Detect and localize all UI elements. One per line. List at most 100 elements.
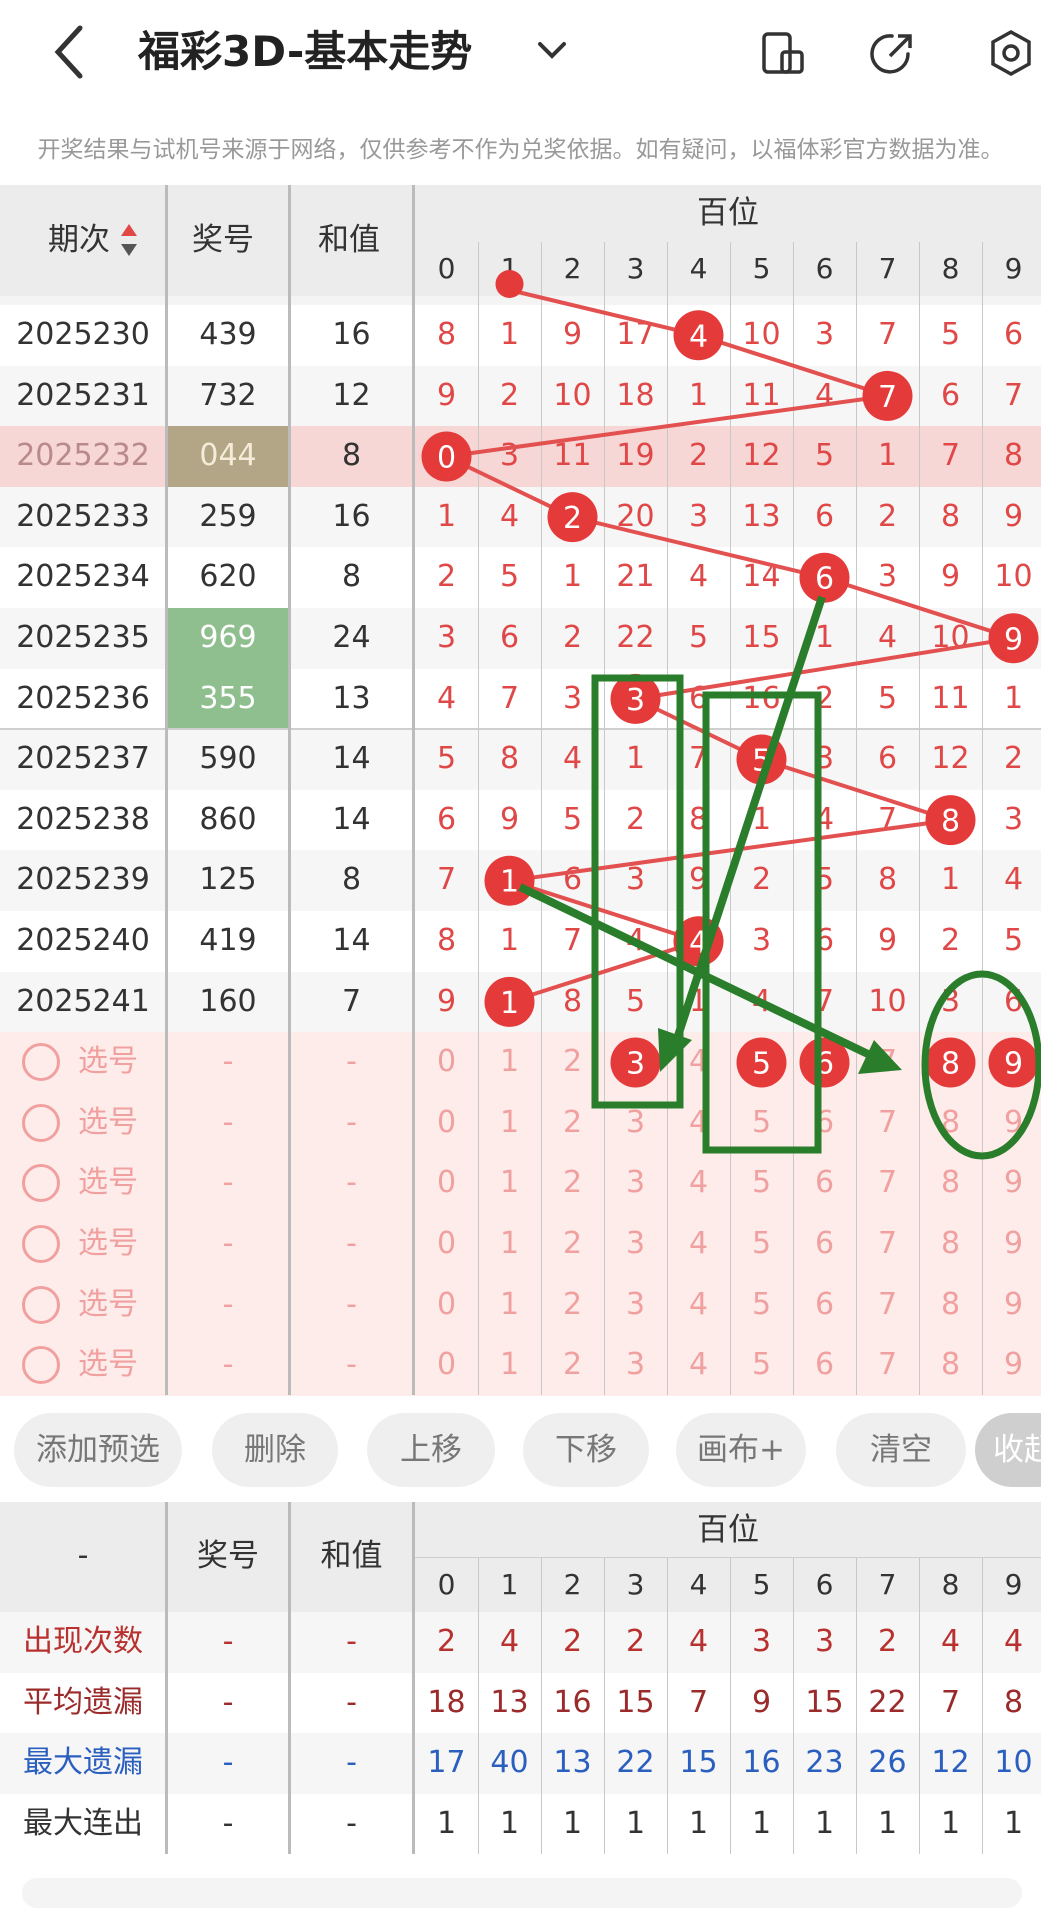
- miss-cell: 1: [877, 438, 898, 474]
- pick-number-dash: -: [222, 1226, 234, 1261]
- row-sum: 16: [332, 498, 371, 534]
- pick-digit[interactable]: 6: [793, 1153, 856, 1213]
- share-icon[interactable]: [868, 28, 918, 78]
- pick-digit[interactable]: 1: [478, 1214, 541, 1274]
- pick-label[interactable]: 选号: [78, 1032, 138, 1092]
- pick-digit[interactable]: 7: [856, 1093, 919, 1153]
- pick-digit[interactable]: 0: [415, 1214, 478, 1274]
- pick-digit[interactable]: 6: [793, 1214, 856, 1274]
- pick-label[interactable]: 选号: [78, 1093, 138, 1153]
- pick-digit[interactable]: 4: [667, 1153, 730, 1213]
- pick-digit[interactable]: 4: [667, 1275, 730, 1335]
- pick-digit[interactable]: 2: [541, 1093, 604, 1153]
- pick-digit[interactable]: 0: [415, 1153, 478, 1213]
- pick-radio[interactable]: [22, 1225, 60, 1263]
- row-number: 355: [168, 668, 288, 730]
- pick-digit[interactable]: 5: [730, 1335, 793, 1395]
- pick-digit[interactable]: 0: [415, 1275, 478, 1335]
- pick-digit[interactable]: 7: [856, 1153, 919, 1213]
- row-period: 2025240: [16, 923, 150, 958]
- back-icon[interactable]: [48, 22, 98, 82]
- phone-icon[interactable]: [758, 28, 808, 78]
- pick-radio[interactable]: [22, 1346, 60, 1385]
- pick-digit[interactable]: 7: [856, 1032, 919, 1092]
- grid-line: [856, 242, 857, 1395]
- pick-digit[interactable]: 2: [541, 1275, 604, 1335]
- settings-icon[interactable]: [986, 28, 1036, 78]
- miss-cell: 3: [877, 559, 898, 595]
- pick-digit[interactable]: 4: [667, 1032, 730, 1092]
- pick-digit[interactable]: 9: [982, 1275, 1041, 1335]
- chevron-down-icon[interactable]: [532, 30, 572, 70]
- stats-divider: [165, 1502, 168, 1854]
- action-button-0[interactable]: 添加预选: [14, 1413, 182, 1487]
- pick-digit[interactable]: 2: [541, 1153, 604, 1213]
- pick-digit[interactable]: 0: [415, 1032, 478, 1092]
- pick-digit[interactable]: 2: [541, 1214, 604, 1274]
- pick-radio[interactable]: [22, 1285, 60, 1324]
- pick-digit[interactable]: 0: [415, 1093, 478, 1153]
- sort-icon[interactable]: [120, 222, 138, 258]
- pick-number-dash: -: [222, 1044, 234, 1080]
- pick-digit[interactable]: 4: [667, 1093, 730, 1153]
- pick-digit[interactable]: 2: [541, 1335, 604, 1395]
- miss-cell: 9: [1003, 498, 1024, 534]
- pick-digit[interactable]: 9: [982, 1335, 1041, 1395]
- pick-digit[interactable]: 1: [478, 1335, 541, 1395]
- pick-digit[interactable]: 1: [478, 1093, 541, 1153]
- pick-digit[interactable]: 3: [604, 1153, 667, 1213]
- pick-digit[interactable]: 3: [604, 1093, 667, 1153]
- pick-digit[interactable]: 3: [604, 1275, 667, 1335]
- row-period: 2025231: [16, 377, 150, 413]
- miss-cell: 3: [562, 680, 583, 716]
- pick-digit[interactable]: 9: [982, 1214, 1041, 1274]
- pick-digit[interactable]: 1: [478, 1032, 541, 1092]
- pick-digit[interactable]: 8: [919, 1153, 982, 1213]
- pick-digit[interactable]: 9: [982, 1153, 1041, 1213]
- stats-number-dash: -: [222, 1624, 234, 1659]
- pick-digit[interactable]: 2: [541, 1032, 604, 1092]
- stats-digit-header-1: 1: [500, 1568, 519, 1601]
- pick-digit[interactable]: 9: [982, 1093, 1041, 1153]
- pick-digit[interactable]: 6: [793, 1335, 856, 1395]
- action-button-6[interactable]: 收起: [975, 1413, 1041, 1487]
- pick-digit[interactable]: 7: [856, 1214, 919, 1274]
- pick-label[interactable]: 选号: [78, 1214, 138, 1274]
- pick-digit[interactable]: 4: [667, 1335, 730, 1395]
- pick-digit[interactable]: 3: [604, 1214, 667, 1274]
- pick-digit[interactable]: 5: [730, 1093, 793, 1153]
- action-button-5[interactable]: 清空: [836, 1413, 966, 1487]
- pick-digit[interactable]: 8: [919, 1275, 982, 1335]
- pick-digit[interactable]: 6: [793, 1275, 856, 1335]
- pick-digit[interactable]: 5: [730, 1153, 793, 1213]
- miss-cell: 4: [688, 559, 709, 595]
- pick-digit[interactable]: 8: [919, 1093, 982, 1153]
- miss-cell: 10: [742, 317, 781, 352]
- pick-digit[interactable]: 0: [415, 1335, 478, 1395]
- miss-cell: 2: [562, 620, 583, 655]
- pick-digit[interactable]: 8: [919, 1335, 982, 1395]
- action-button-4[interactable]: 画布+: [676, 1413, 806, 1487]
- action-button-2[interactable]: 上移: [367, 1413, 495, 1487]
- pick-digit[interactable]: 1: [478, 1153, 541, 1213]
- pick-digit[interactable]: 3: [604, 1335, 667, 1395]
- stats-value: 1: [751, 1805, 772, 1841]
- miss-cell: 1: [436, 498, 457, 534]
- action-button-3[interactable]: 下移: [523, 1413, 649, 1487]
- pick-label[interactable]: 选号: [78, 1153, 138, 1213]
- pick-digit[interactable]: 5: [730, 1214, 793, 1274]
- pick-radio[interactable]: [22, 1103, 60, 1142]
- action-button-1[interactable]: 删除: [212, 1413, 338, 1487]
- miss-cell: 8: [499, 741, 520, 777]
- pick-digit[interactable]: 1: [478, 1275, 541, 1335]
- pick-digit[interactable]: 7: [856, 1275, 919, 1335]
- pick-digit[interactable]: 7: [856, 1335, 919, 1395]
- miss-cell: 7: [940, 438, 961, 474]
- pick-digit[interactable]: 6: [793, 1093, 856, 1153]
- pick-digit[interactable]: 4: [667, 1214, 730, 1274]
- pick-label[interactable]: 选号: [78, 1335, 138, 1395]
- pick-label[interactable]: 选号: [78, 1275, 138, 1335]
- pick-digit[interactable]: 5: [730, 1275, 793, 1335]
- pick-radio[interactable]: [22, 1043, 60, 1082]
- pick-digit[interactable]: 8: [919, 1214, 982, 1274]
